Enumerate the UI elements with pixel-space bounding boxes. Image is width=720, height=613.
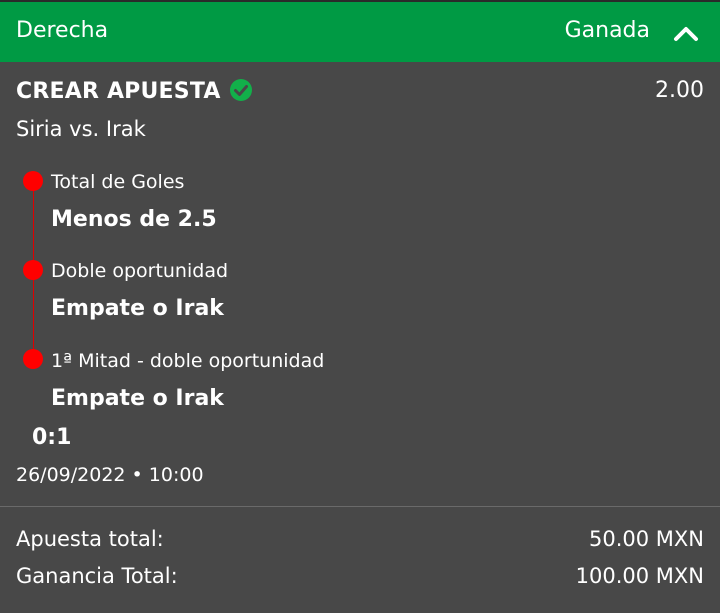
summary-divider bbox=[0, 506, 720, 507]
leg-market: 1ª Mitad - doble oportunidad bbox=[51, 350, 325, 372]
stake-value: 50.00 MXN bbox=[588, 527, 704, 551]
leg-selection: Empate o Irak bbox=[51, 386, 224, 411]
winnings-label: Ganancia Total: bbox=[16, 564, 178, 588]
stake-label: Apuesta total: bbox=[16, 527, 164, 551]
match-name: Siria vs. Irak bbox=[16, 117, 146, 141]
leg-market: Total de Goles bbox=[51, 171, 185, 193]
bet-odds: 2.00 bbox=[655, 78, 704, 103]
leg-selection: Empate o Irak bbox=[51, 296, 224, 321]
leg-dot bbox=[23, 349, 43, 369]
match-score: 0:1 bbox=[32, 425, 72, 450]
leg-dot bbox=[23, 260, 43, 280]
match-datetime: 26/09/2022 • 10:00 bbox=[16, 464, 204, 486]
winnings-value: 100.00 MXN bbox=[575, 564, 704, 588]
chevron-up-icon[interactable] bbox=[672, 20, 700, 46]
leg-dot bbox=[23, 171, 43, 191]
leg-selection: Menos de 2.5 bbox=[51, 207, 217, 232]
check-circle-icon bbox=[229, 78, 253, 102]
bet-status-label: Ganada bbox=[564, 18, 650, 43]
leg-market: Doble oportunidad bbox=[51, 260, 229, 282]
bet-title: CREAR APUESTA bbox=[16, 78, 253, 104]
bet-header[interactable]: Derecha Ganada bbox=[0, 2, 720, 62]
bet-side-label: Derecha bbox=[16, 18, 109, 43]
bet-type-label: CREAR APUESTA bbox=[16, 79, 221, 104]
